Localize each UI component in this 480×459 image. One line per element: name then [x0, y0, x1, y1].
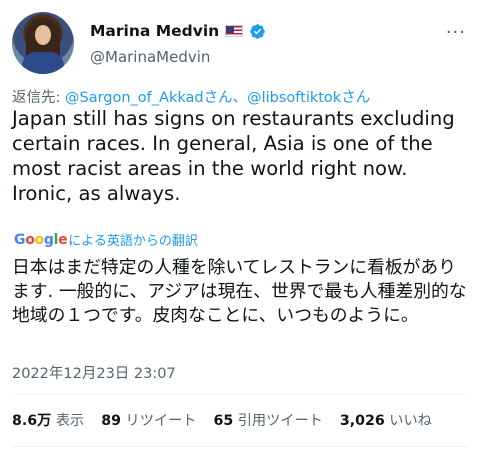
translation-label[interactable]: による英語からの翻訳 [68, 230, 198, 249]
google-logo: Google [14, 231, 68, 248]
reply-prefix: 返信先: [12, 90, 65, 106]
engagement-stats: 8.6万 表示 89 リツイート 65 引用ツイート 3,026 いいね [12, 410, 432, 430]
avatar-body [22, 52, 64, 74]
quotes-stat[interactable]: 65 引用ツイート [213, 410, 322, 430]
mention-honorific: さん [341, 90, 371, 106]
translated-text: 日本はまだ特定の人種を除いてレストランに看板があります. 一般的に、アジアは現在… [12, 257, 467, 326]
avatar-face [35, 25, 51, 45]
views-stat: 8.6万 表示 [12, 413, 85, 429]
tweet-text: Japan still has signs on restaurants exc… [12, 107, 455, 205]
verified-badge-icon[interactable] [249, 23, 266, 40]
more-options-icon[interactable]: ··· [446, 22, 466, 43]
divider [12, 446, 468, 447]
display-name[interactable]: Marina Medvin [90, 22, 219, 40]
mention-honorific: さん、 [203, 90, 248, 106]
mention-link[interactable]: @Sargon_of_Akkad [65, 90, 204, 106]
reply-to-line: 返信先: @Sargon_of_Akkadさん、@libsoftiktokさん [12, 86, 370, 107]
mention-link[interactable]: @libsoftiktok [247, 90, 341, 106]
user-handle[interactable]: @MarinaMedvin [90, 48, 210, 66]
us-flag-icon [225, 25, 244, 37]
translation-attribution[interactable]: Google による英語からの翻訳 [14, 230, 198, 250]
retweets-stat[interactable]: 89 リツイート [101, 410, 196, 430]
divider [12, 394, 468, 395]
likes-stat[interactable]: 3,026 いいね [340, 410, 432, 430]
avatar[interactable] [12, 12, 74, 74]
name-row: Marina Medvin [90, 22, 266, 40]
tweet-header: Marina Medvin @MarinaMedvin ··· [12, 8, 468, 78]
tweet-timestamp[interactable]: 2022年12月23日 23:07 [12, 362, 176, 383]
